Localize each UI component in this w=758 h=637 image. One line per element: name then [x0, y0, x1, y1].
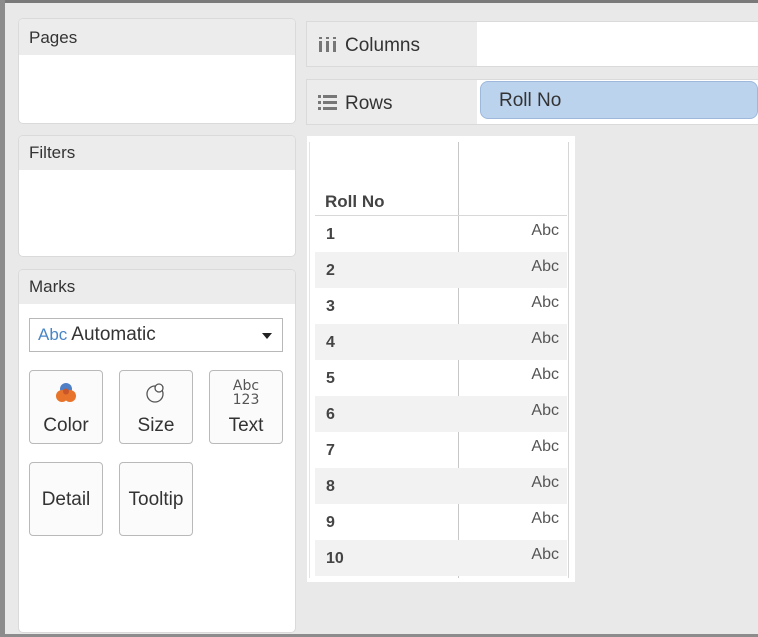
text-icon-line1: Abc	[232, 378, 260, 394]
roll-no-cell: 10	[326, 550, 344, 567]
abc-value-cell: Abc	[531, 222, 559, 239]
mark-type-text-icon: Abc	[38, 325, 68, 344]
mark-type-dropdown[interactable]: Abc Automatic	[29, 318, 283, 352]
table-left-divider	[309, 142, 310, 578]
tooltip-button-label: Tooltip	[128, 489, 184, 510]
color-icon	[30, 379, 102, 407]
detail-button-label: Detail	[41, 489, 91, 510]
table-row[interactable]: 4 Abc	[315, 324, 567, 360]
roll-no-cell: 1	[326, 226, 335, 243]
table-row[interactable]: 7 Abc	[315, 432, 567, 468]
filters-card-title: Filters	[19, 136, 295, 170]
table-row[interactable]: 5 Abc	[315, 360, 567, 396]
mark-type-value: Automatic	[71, 324, 156, 345]
tooltip-button[interactable]: Tooltip	[119, 462, 193, 536]
abc-value-cell: Abc	[531, 330, 559, 347]
columns-label-text: Columns	[345, 35, 420, 56]
table-row[interactable]: 2 Abc	[315, 252, 567, 288]
columns-icon	[317, 24, 339, 52]
roll-no-cell: 7	[326, 442, 335, 459]
roll-no-cell: 8	[326, 478, 335, 495]
size-button-label: Size	[137, 415, 175, 436]
table-row[interactable]: 10 Abc	[315, 540, 567, 576]
abc-value-cell: Abc	[531, 510, 559, 527]
rows-shelf-label: Rows	[307, 80, 477, 124]
table-row[interactable]: 6 Abc	[315, 396, 567, 432]
color-button[interactable]: Color	[29, 370, 103, 444]
abc-value-cell: Abc	[531, 366, 559, 383]
pages-card-title: Pages	[19, 19, 295, 55]
table-row[interactable]: 1 Abc	[315, 216, 567, 252]
table-row[interactable]: 3 Abc	[315, 288, 567, 324]
window-top-border	[0, 0, 758, 3]
roll-no-column-header[interactable]: Roll No	[325, 192, 385, 212]
pages-card[interactable]: Pages	[19, 19, 295, 123]
size-icon	[120, 379, 192, 407]
roll-no-cell: 4	[326, 334, 335, 351]
size-button[interactable]: Size	[119, 370, 193, 444]
roll-no-cell: 6	[326, 406, 335, 423]
rows-label-text: Rows	[345, 93, 393, 114]
abc-value-cell: Abc	[531, 294, 559, 311]
roll-no-cell: 2	[326, 262, 335, 279]
roll-no-cell: 5	[326, 370, 335, 387]
roll-no-pill[interactable]: Roll No	[480, 81, 758, 119]
chevron-down-icon[interactable]	[262, 333, 272, 339]
detail-button[interactable]: Detail	[29, 462, 103, 536]
text-icon-line2: 123	[232, 392, 260, 408]
table-row[interactable]: 9 Abc	[315, 504, 567, 540]
roll-no-cell: 9	[326, 514, 335, 531]
roll-no-cell: 3	[326, 298, 335, 315]
abc-value-cell: Abc	[531, 258, 559, 275]
window-left-border	[0, 0, 5, 637]
abc-value-cell: Abc	[531, 438, 559, 455]
columns-shelf[interactable]: Columns	[307, 22, 758, 66]
marks-card-title: Marks	[19, 270, 295, 304]
filters-card[interactable]: Filters	[19, 136, 295, 256]
text-button-label: Text	[228, 415, 264, 436]
text-icon: Abc 123	[210, 379, 282, 407]
text-button[interactable]: Abc 123 Text	[209, 370, 283, 444]
columns-shelf-label: Columns	[307, 22, 477, 66]
rows-icon	[317, 82, 339, 110]
view-table: Roll No 1 Abc 2 Abc 3 Abc 4 Abc 5 Abc 6 Abc 7 Abc 8 Abc…	[307, 136, 575, 582]
marks-card: Marks Abc Automatic Color Size Abc 123 T…	[19, 270, 295, 632]
abc-value-cell: Abc	[531, 546, 559, 563]
abc-value-cell: Abc	[531, 402, 559, 419]
rows-shelf[interactable]: Rows Roll No	[307, 80, 758, 124]
color-button-label: Color	[43, 415, 89, 436]
table-row[interactable]: 8 Abc	[315, 468, 567, 504]
abc-value-cell: Abc	[531, 474, 559, 491]
table-right-divider	[568, 142, 569, 578]
